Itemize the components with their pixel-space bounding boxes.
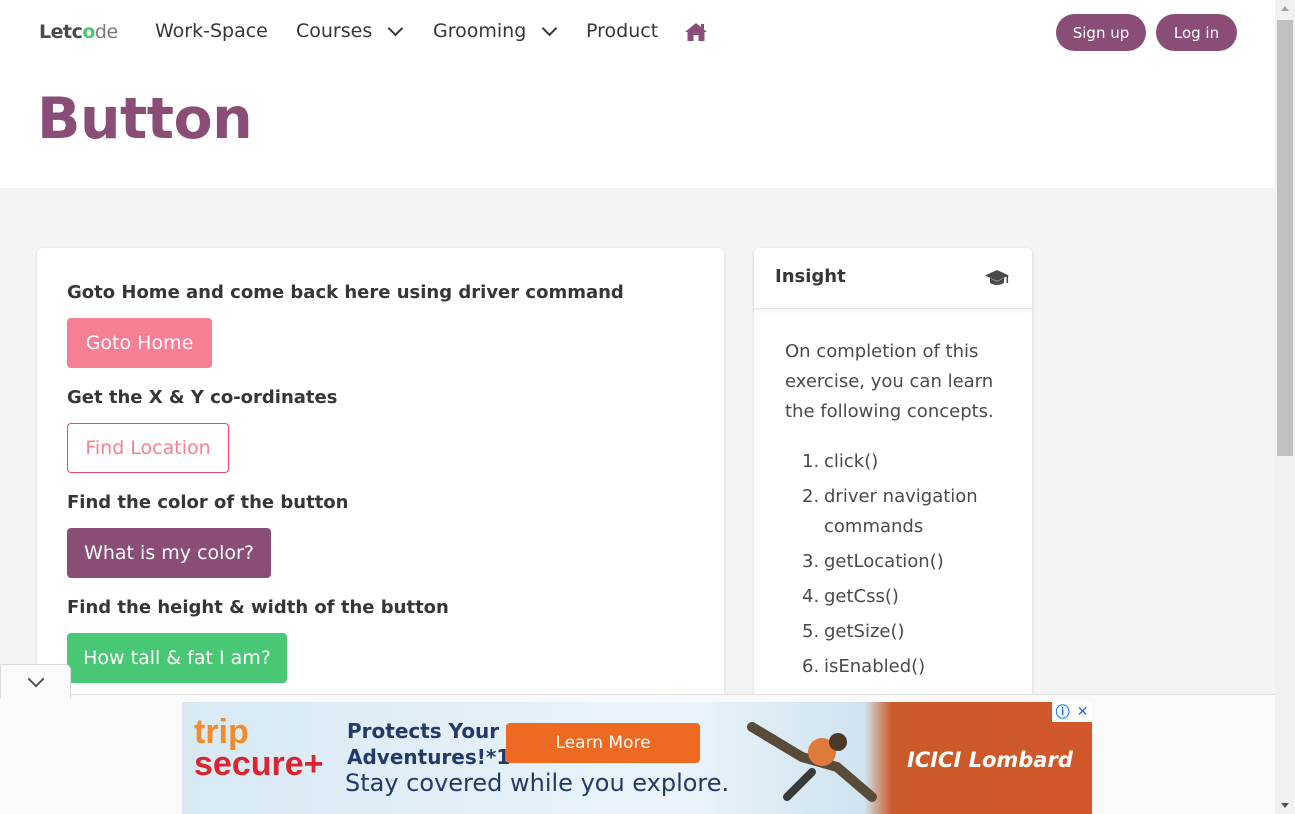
scroll-up-icon[interactable] — [1281, 6, 1289, 11]
hero-section: Button — [0, 66, 1275, 188]
nav-item-workspace[interactable]: Work-Space — [155, 20, 268, 42]
nav-item-courses[interactable]: Courses — [296, 20, 404, 42]
question-goto-home: Goto Home and come back here using drive… — [67, 282, 624, 303]
nav-label: Product — [586, 20, 659, 42]
question-color: Find the color of the button — [67, 492, 349, 513]
login-button[interactable]: Log in — [1156, 14, 1237, 51]
list-item: 1. click() — [802, 451, 879, 472]
exercise-card: Goto Home and come back here using drive… — [37, 248, 724, 708]
page-scrollbar[interactable] — [1275, 0, 1295, 814]
size-button[interactable]: How tall & fat I am? — [67, 633, 287, 683]
logo-text-end: de — [94, 21, 118, 43]
insight-card: Insight On completion of this exercise, … — [754, 248, 1032, 708]
signup-button[interactable]: Sign up — [1056, 14, 1146, 51]
scrollbar-thumb[interactable] — [1277, 20, 1293, 456]
ad-tagline: Stay covered while you explore. — [345, 769, 730, 797]
page-title: Button — [37, 86, 253, 152]
ad-partner-logo: ICICI Lombard — [907, 748, 1073, 772]
insight-header: Insight — [754, 248, 1032, 309]
concept-list: 1. click() 2. driver navigation commands 3… — [802, 447, 1012, 687]
chevron-down-icon — [27, 670, 45, 688]
ad-brand-logo: trip secure+ — [194, 713, 324, 783]
navbar: Letcode Work-Space Courses Grooming Prod… — [0, 0, 1275, 66]
ad-banner[interactable]: trip secure+ Protects Your Adventures!*1… — [182, 702, 1092, 814]
list-item: 2. driver navigation commands — [802, 486, 978, 537]
ad-learn-more-button[interactable]: Learn More — [506, 723, 700, 763]
color-button[interactable]: What is my color? — [67, 528, 271, 578]
logo-text: Letc — [39, 21, 83, 43]
nav-label: Courses — [296, 20, 373, 42]
nav-label: Grooming — [433, 20, 527, 42]
list-item: 3. getLocation() — [802, 551, 944, 572]
graduation-cap-icon — [985, 270, 1009, 285]
logo-accent: o — [82, 21, 95, 43]
question-size: Find the height & width of the button — [67, 597, 449, 618]
info-icon[interactable]: ⓘ — [1056, 702, 1070, 722]
skydiver-image — [747, 722, 877, 802]
scroll-down-icon[interactable] — [1281, 803, 1289, 808]
question-coordinates: Get the X & Y co-ordinates — [67, 387, 338, 408]
goto-home-button[interactable]: Goto Home — [67, 318, 212, 368]
logo[interactable]: Letcode — [39, 21, 118, 43]
chevron-down-icon — [541, 20, 558, 36]
ad-collapse-toggle[interactable] — [0, 664, 71, 699]
ad-headline: Protects Your Adventures!*1 — [347, 719, 511, 769]
find-location-button[interactable]: Find Location — [67, 423, 229, 473]
list-item: 5. getSize() — [802, 621, 905, 642]
ad-choices[interactable]: ⓘ ✕ — [1052, 702, 1092, 722]
chevron-down-icon — [387, 20, 404, 36]
nav-item-product[interactable]: Product — [586, 20, 658, 42]
nav-label: Work-Space — [155, 20, 268, 42]
list-item: 6. isEnabled() — [802, 656, 926, 677]
insight-intro: On completion of this exercise, you can … — [785, 341, 994, 422]
close-icon[interactable]: ✕ — [1077, 704, 1089, 720]
list-item: 4. getCss() — [802, 586, 899, 607]
nav-item-grooming[interactable]: Grooming — [433, 20, 558, 42]
home-icon[interactable] — [684, 22, 708, 42]
insight-title: Insight — [775, 266, 846, 287]
